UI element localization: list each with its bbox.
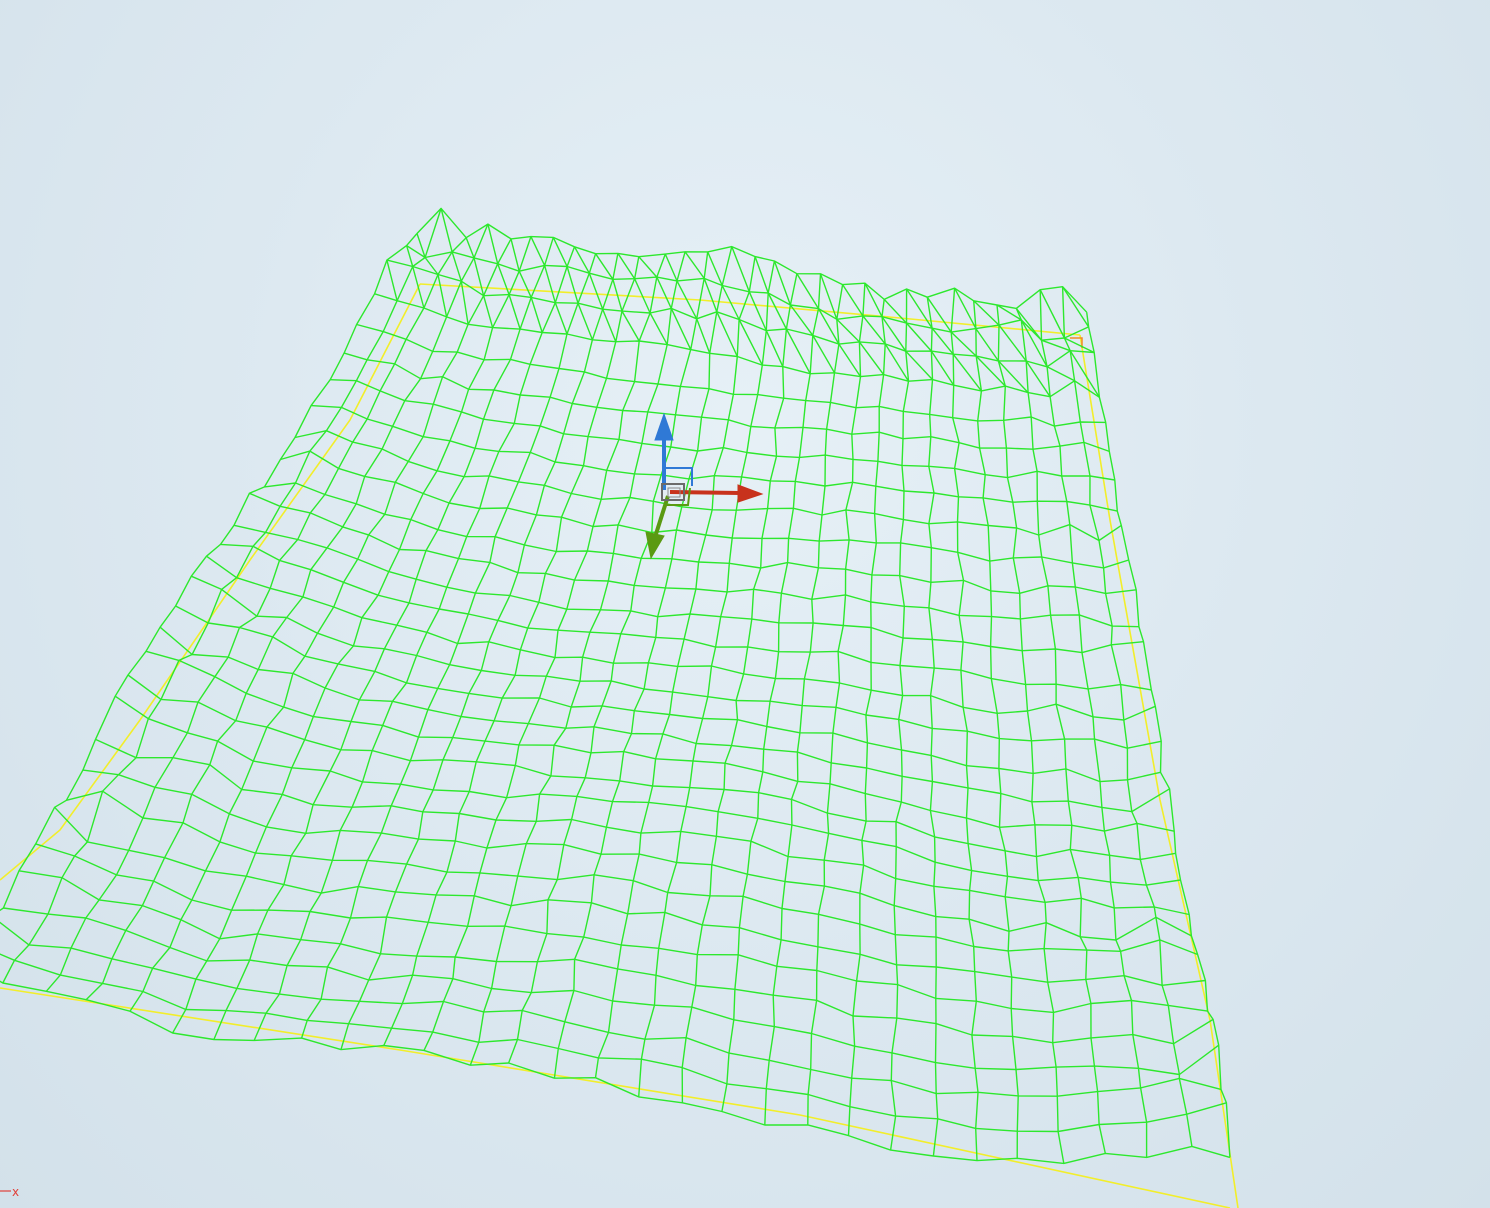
mesh-column-line bbox=[213, 237, 554, 1040]
mesh-diagonal-line bbox=[785, 328, 811, 375]
mesh-diagonal-line bbox=[864, 282, 883, 318]
mesh-column-line bbox=[807, 283, 866, 1125]
mesh-diagonal-line bbox=[577, 302, 594, 341]
mesh-diagonal-line bbox=[617, 253, 636, 280]
mesh-column-line bbox=[721, 273, 822, 1112]
mesh-diagonal-line bbox=[465, 237, 475, 259]
mesh-diagonal-line bbox=[412, 266, 425, 309]
corner-axis-indicator: x bbox=[0, 1185, 19, 1199]
mesh-diagonal-line bbox=[497, 263, 510, 295]
mesh-row-line bbox=[311, 404, 1118, 512]
mesh-row-line bbox=[114, 695, 1181, 886]
mesh-diagonal-line bbox=[664, 253, 678, 282]
mesh-diagonal-line bbox=[552, 237, 568, 267]
mesh-diagonal-line bbox=[1015, 307, 1043, 341]
mesh-diagonal-line bbox=[1039, 289, 1066, 339]
x-axis-arrowhead[interactable] bbox=[737, 484, 764, 503]
mesh-row-line bbox=[356, 323, 1106, 427]
mesh-diagonal-line bbox=[510, 238, 520, 272]
mesh-diagonal-line bbox=[554, 302, 568, 335]
mesh-diagonal-line bbox=[482, 295, 494, 328]
mesh-row-line bbox=[343, 352, 1110, 453]
mesh-row-line bbox=[206, 555, 1156, 721]
mesh-diagonal-line bbox=[754, 256, 769, 294]
z-axis-arrowhead[interactable] bbox=[654, 412, 674, 441]
mesh-diagonal-line bbox=[703, 278, 718, 313]
mesh-diagonal-line bbox=[953, 287, 977, 329]
mesh-column-line bbox=[0, 233, 418, 912]
mesh-diagonal-line bbox=[906, 288, 933, 329]
mesh-diagonal-line bbox=[905, 350, 934, 381]
mesh-diagonal-line bbox=[530, 297, 543, 333]
mesh-diagonal-line bbox=[530, 236, 546, 266]
mesh-row-line bbox=[3, 907, 1220, 1076]
mesh-diagonal-line bbox=[858, 341, 885, 376]
y-axis-arrowhead[interactable] bbox=[645, 531, 665, 560]
mesh-diagonal-line bbox=[1046, 366, 1075, 382]
mesh-diagonal-line bbox=[621, 310, 640, 342]
mesh-diagonal-line bbox=[543, 265, 556, 303]
mesh-column-line bbox=[973, 300, 1019, 1159]
mesh-column-line bbox=[1086, 312, 1231, 1158]
mesh-diagonal-line bbox=[508, 294, 521, 330]
mesh-column-line bbox=[2, 208, 442, 984]
mesh-diagonal-line bbox=[684, 251, 705, 279]
mesh-diagonal-line bbox=[602, 308, 617, 342]
mesh-column-line bbox=[638, 260, 776, 1097]
mesh-column-line bbox=[1061, 286, 1193, 1147]
mesh-diagonal-line bbox=[842, 284, 864, 317]
mesh-row-line bbox=[374, 293, 1100, 398]
z-axis-arrow-handle[interactable] bbox=[654, 412, 674, 490]
mesh-column-line bbox=[423, 253, 666, 1051]
mesh-diagonal-line bbox=[649, 312, 668, 345]
mesh-diagonal-line bbox=[836, 318, 860, 343]
mesh-diagonal-line bbox=[1062, 286, 1090, 328]
mesh-diagonal-line bbox=[451, 251, 462, 282]
mesh-diagonal-line bbox=[638, 256, 658, 278]
mesh-diagonal-line bbox=[588, 272, 604, 310]
mesh-diagonal-line bbox=[696, 318, 711, 354]
mesh-diagonal-line bbox=[656, 276, 672, 309]
terrain-wireframe-mesh[interactable] bbox=[0, 207, 1231, 1165]
3d-viewport[interactable]: x bbox=[0, 0, 1490, 1208]
mesh-row-line bbox=[0, 953, 1227, 1133]
mesh-diagonal-line bbox=[437, 274, 448, 318]
bounds-right-edge bbox=[1079, 334, 1239, 1208]
mesh-row-line bbox=[35, 843, 1208, 1014]
mesh-diagonal-line bbox=[518, 270, 532, 298]
bounds-left-edge bbox=[0, 283, 421, 881]
mesh-column-line bbox=[926, 297, 939, 1157]
mesh-column-line bbox=[996, 304, 1065, 1164]
mesh-column-line bbox=[253, 246, 576, 1041]
mesh-row-line bbox=[330, 379, 1115, 481]
corner-x-axis-label: x bbox=[12, 1185, 19, 1199]
mesh-diagonal-line bbox=[950, 331, 977, 357]
bounds-bottom-edge bbox=[0, 987, 1231, 1208]
transform-gizmo[interactable] bbox=[645, 412, 764, 560]
mesh-row-line bbox=[264, 482, 1137, 595]
terrain-bounding-box bbox=[0, 283, 1239, 1208]
mesh-diagonal-line bbox=[460, 281, 469, 325]
mesh-row-line bbox=[191, 575, 1162, 749]
mesh-column-line bbox=[85, 223, 489, 1001]
mesh-diagonal-line bbox=[386, 259, 398, 301]
mesh-column-line bbox=[300, 253, 597, 1039]
mesh-diagonal-line bbox=[765, 330, 784, 367]
mesh-diagonal-line bbox=[838, 343, 862, 377]
mesh-diagonal-line bbox=[566, 266, 579, 304]
mesh-diagonal-line bbox=[796, 273, 820, 309]
